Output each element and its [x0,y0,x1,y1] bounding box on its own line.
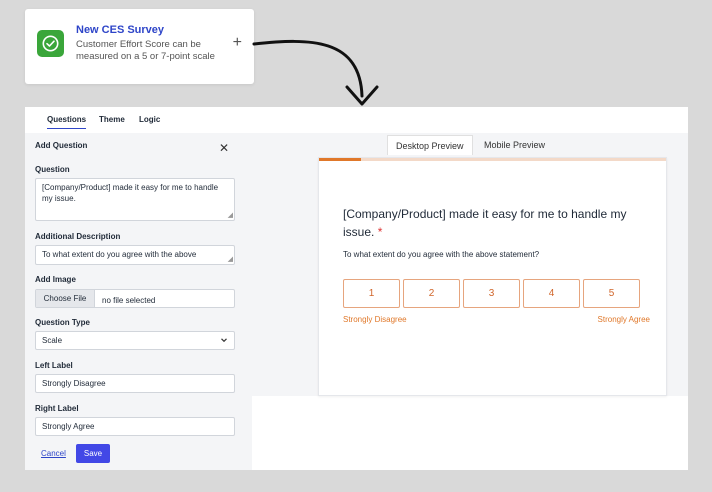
tab-logic[interactable]: Logic [139,115,160,124]
scale-option-1[interactable]: 1 [343,279,400,308]
question-input[interactable]: [Company/Product] made it easy for me to… [35,178,235,221]
chevron-down-icon [221,338,227,343]
close-icon[interactable]: ✕ [219,142,229,154]
tab-mobile-preview[interactable]: Mobile Preview [476,135,553,155]
template-title: New CES Survey [76,24,165,36]
rating-scale: 1 2 3 4 5 [343,279,640,308]
description-label: Additional Description [35,232,121,241]
scale-option-4[interactable]: 4 [523,279,580,308]
progress-bar [319,158,666,161]
editor-tabs: Questions Theme Logic [25,107,688,133]
description-input-value: To what extent do you agree with the abo… [42,250,197,259]
check-circle-icon [37,30,64,57]
image-file-input[interactable]: Choose File no file selected [35,289,235,308]
scale-option-5[interactable]: 5 [583,279,640,308]
left-label-input[interactable]: Strongly Disagree [35,374,235,393]
survey-editor: Questions Theme Logic Add Question ✕ Que… [25,107,688,470]
scale-left-label: Strongly Disagree [343,315,407,324]
question-input-value: [Company/Product] made it easy for me to… [42,183,219,203]
save-button[interactable]: Save [76,444,110,463]
question-type-select[interactable]: Scale [35,331,235,350]
cancel-button[interactable]: Cancel [41,449,66,458]
add-template-button[interactable]: + [233,35,242,51]
right-label-heading: Right Label [35,404,79,413]
required-mark: * [377,225,383,239]
question-editor-panel: Add Question ✕ Question [Company/Product… [25,133,252,470]
tab-theme[interactable]: Theme [99,115,125,124]
question-type-value: Scale [42,336,63,345]
left-label-value: Strongly Disagree [42,379,106,388]
scale-option-2[interactable]: 2 [403,279,460,308]
image-label: Add Image [35,275,76,284]
tab-questions[interactable]: Questions [47,115,87,129]
question-label: Question [35,165,70,174]
choose-file-button[interactable]: Choose File [36,290,95,307]
scale-option-3[interactable]: 3 [463,279,520,308]
resize-handle-icon[interactable]: ◢ [228,256,233,263]
curved-arrow-icon [252,39,379,106]
survey-preview-card: [Company/Product] made it easy for me to… [318,157,667,396]
description-input[interactable]: To what extent do you agree with the abo… [35,245,235,265]
preview-description: To what extent do you agree with the abo… [343,250,540,259]
template-description: Customer Effort Score can be measured on… [76,39,215,62]
left-label-heading: Left Label [35,361,73,370]
question-type-label: Question Type [35,318,90,327]
scale-right-label: Strongly Agree [597,315,650,324]
preview-panel: Desktop Preview Mobile Preview [Company/… [252,133,688,396]
preview-question: [Company/Product] made it easy for me to… [343,205,643,241]
file-status: no file selected [102,296,156,305]
preview-question-text: [Company/Product] made it easy for me to… [343,207,627,239]
template-card[interactable]: New CES Survey Customer Effort Score can… [25,9,254,84]
resize-handle-icon[interactable]: ◢ [228,212,233,219]
panel-title: Add Question [35,141,88,150]
tab-desktop-preview[interactable]: Desktop Preview [387,135,473,155]
progress-fill [319,158,361,161]
right-label-value: Strongly Agree [42,422,95,431]
right-label-input[interactable]: Strongly Agree [35,417,235,436]
